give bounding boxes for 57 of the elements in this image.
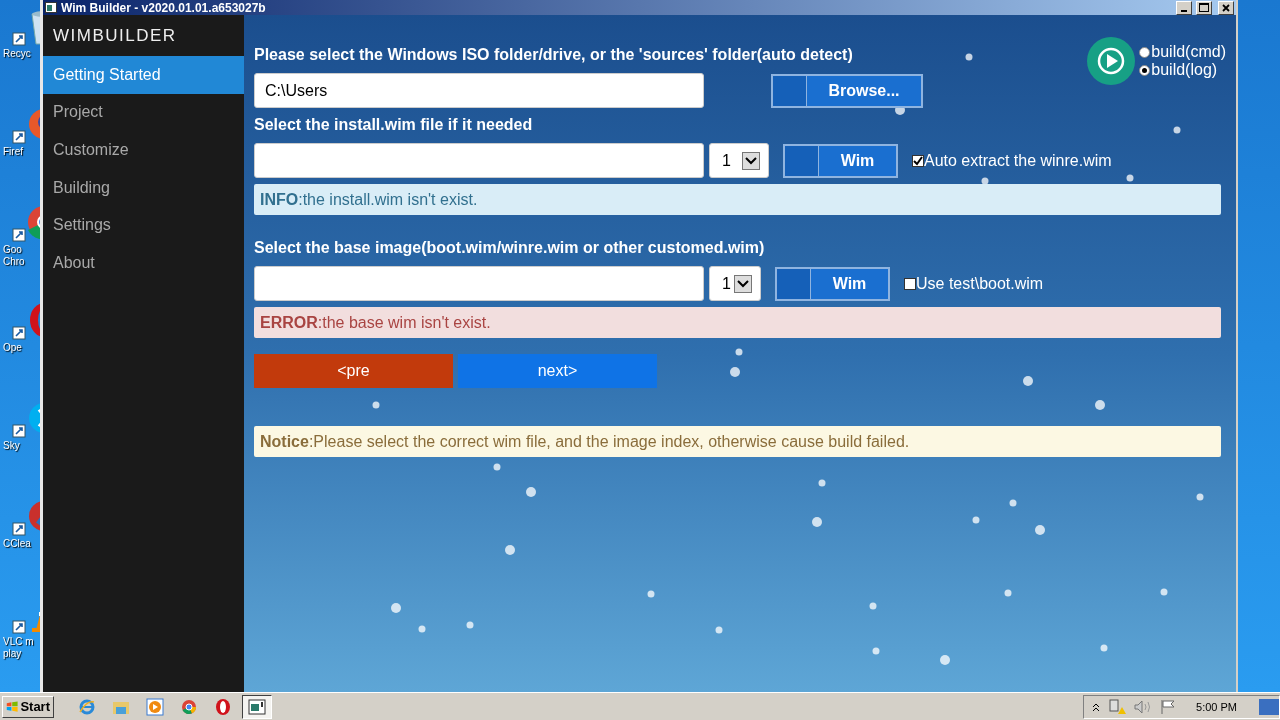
wim-button[interactable]: Wim [775, 266, 890, 301]
play-icon[interactable] [1087, 37, 1136, 85]
opera-icon[interactable] [215, 697, 231, 716]
wim-path-field[interactable] [254, 266, 704, 301]
wim-button[interactable]: Wim [783, 143, 898, 178]
desktop-icon-label: CClea [3, 538, 31, 550]
desktop-icon-label: Ope [3, 342, 22, 354]
start-button[interactable]: Start [2, 695, 54, 718]
close-button[interactable] [1218, 0, 1234, 15]
prev-button[interactable]: <pre [254, 354, 453, 388]
maximize-button[interactable] [1196, 0, 1212, 15]
desktop-icon-label: play [3, 648, 22, 660]
close-icon [1222, 3, 1230, 12]
show-desktop-icon[interactable] [1259, 698, 1279, 715]
next-button[interactable]: next> [458, 354, 657, 388]
maximize-icon [1199, 3, 1209, 12]
minimize-icon [1181, 9, 1187, 12]
option-checkbox[interactable]: Use test\boot.wim [904, 274, 1044, 293]
build-option[interactable]: build(log) [1139, 61, 1226, 79]
wim-path-field[interactable] [254, 143, 704, 178]
chevron-up-icon[interactable] [1092, 701, 1101, 712]
flag-icon[interactable] [1160, 698, 1177, 715]
window-icon [45, 2, 57, 13]
sidebar-item[interactable]: About [43, 243, 244, 282]
field-label: Please select the Windows ISO folder/drive, or the 'sources' folder(auto detect) [254, 46, 853, 64]
sidebar-item[interactable]: Settings [43, 206, 244, 244]
desktop-icon-label: Chro [3, 256, 25, 268]
chrome-icon[interactable] [181, 698, 197, 715]
windows-logo-icon [6, 699, 19, 714]
sidebar-item[interactable]: Building [43, 168, 244, 207]
info-message: INFO:the install.wim isn't exist. [254, 184, 1221, 215]
field-label: Select the base image(boot.wim/winre.wim or other customed.wim) [254, 239, 765, 257]
index-select[interactable]: 1 [709, 266, 761, 301]
browse-button[interactable]: Browse... [771, 73, 923, 108]
clock: 5:00 PM [1196, 700, 1237, 713]
desktop-icon-label: VLC m [3, 636, 34, 648]
sidebar-item[interactable]: Project [43, 93, 244, 132]
desktop-icon-label: Recyc [3, 48, 31, 60]
desktop-icon-label: Firef [3, 146, 23, 158]
path-field[interactable]: C:\Users [254, 73, 704, 108]
notice-message: Notice:Please select the correct wim file, and the image index, otherwise cause build failed. [254, 426, 1221, 457]
build-option[interactable]: build(cmd) [1139, 43, 1226, 61]
desktop-icon-label: Goo [3, 244, 22, 256]
taskbar-button[interactable] [242, 694, 272, 719]
app-title: WIMBUILDER [52, 25, 178, 47]
sidebar-item[interactable]: Getting Started [43, 56, 244, 94]
volume-icon[interactable] [1134, 699, 1153, 714]
error-message: ERROR:the base wim isn't exist. [254, 307, 1221, 338]
window-title: Wim Builder - v2020.01.01.a653027b [61, 0, 267, 15]
minimize-button[interactable] [1176, 0, 1192, 15]
sidebar-item[interactable]: Customize [43, 131, 244, 169]
field-label: Select the install.wim file if it needed [254, 116, 533, 134]
option-checkbox[interactable]: Auto extract the winre.wim [912, 151, 1112, 170]
window-icon[interactable] [248, 698, 266, 715]
desktop-icon-label: Sky [3, 440, 20, 452]
index-select[interactable]: 1 [709, 143, 769, 178]
checkmark-icon [913, 155, 923, 166]
